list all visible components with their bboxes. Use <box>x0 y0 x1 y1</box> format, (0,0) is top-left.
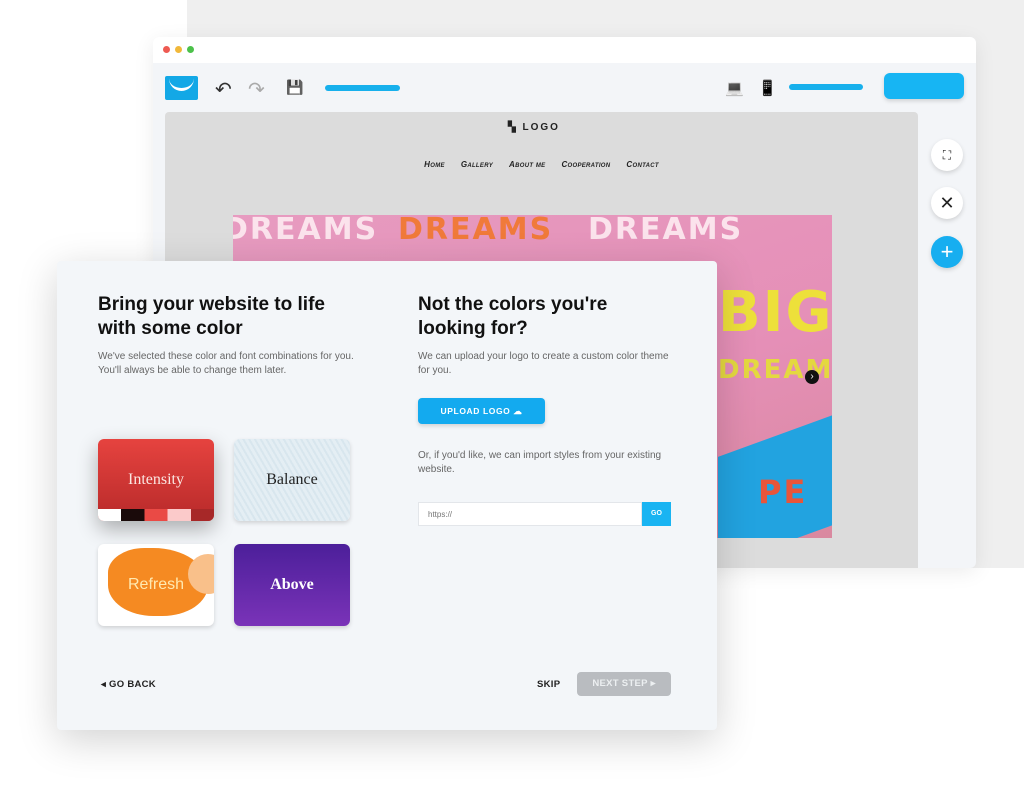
import-text: Or, if you'd like, we can import styles … <box>418 450 662 475</box>
close-button[interactable]: ✕ <box>931 187 963 219</box>
nav-cooperation[interactable]: Cooperation <box>561 160 610 169</box>
theme-label: Balance <box>266 471 318 488</box>
upload-label: UPLOAD LOGO <box>440 406 511 416</box>
theme-label: Above <box>270 576 314 593</box>
go-button[interactable]: GO <box>642 502 671 526</box>
save-icon[interactable]: 💾 <box>286 79 303 96</box>
minimize-dot[interactable] <box>175 46 182 53</box>
go-back-button[interactable]: ◂ GO BACK <box>101 679 156 690</box>
title-bar <box>153 37 976 63</box>
laptop-icon[interactable]: 💻 <box>725 79 744 97</box>
toolbar: ↶ ↷ 💾 💻 📱 <box>153 63 976 113</box>
theme-label: Refresh <box>127 576 185 593</box>
color-theme-modal: Bring your website to life with some col… <box>57 261 717 730</box>
nav-contact[interactable]: Contact <box>626 160 658 169</box>
theme-card-balance[interactable]: Balance <box>234 439 350 521</box>
hero-text: DREAMS <box>588 215 744 247</box>
phone-icon[interactable]: 📱 <box>758 79 777 97</box>
hero-text: BIG <box>718 280 832 345</box>
next-step-button[interactable]: NEXT STEP ▸ <box>577 672 671 696</box>
hero-text: PE <box>758 473 808 511</box>
right-title: Not the colors you're looking for? <box>418 294 608 339</box>
theme-card-refresh[interactable]: Refresh <box>98 544 214 626</box>
close-dot[interactable] <box>163 46 170 53</box>
website-url-input[interactable] <box>418 502 642 526</box>
undo-icon[interactable]: ↶ <box>215 77 232 102</box>
theme-card-above[interactable]: Above <box>234 544 350 626</box>
publish-button[interactable] <box>884 73 964 99</box>
slider-next-icon[interactable]: › <box>805 370 819 384</box>
maximize-dot[interactable] <box>187 46 194 53</box>
nav-gallery[interactable]: Gallery <box>461 160 493 169</box>
app-logo <box>165 76 198 100</box>
nav-about[interactable]: About me <box>509 160 545 169</box>
palette-swatches <box>98 509 214 521</box>
left-description: We've selected these color and font comb… <box>98 351 354 376</box>
upload-logo-button[interactable]: UPLOAD LOGO ☁ <box>418 398 545 424</box>
right-description: We can upload your logo to create a cust… <box>418 351 669 376</box>
site-nav: Home Gallery About me Cooperation Contact <box>165 160 918 169</box>
redo-icon[interactable]: ↷ <box>248 77 265 102</box>
skip-button[interactable]: SKIP <box>537 679 560 690</box>
theme-label: Intensity <box>128 471 184 488</box>
add-button[interactable]: + <box>931 236 963 268</box>
site-logo: ▚ LOGO <box>508 122 560 133</box>
theme-card-intensity[interactable]: Intensity <box>98 439 214 521</box>
site-logo-text: LOGO <box>522 122 560 133</box>
cloud-upload-icon: ☁ <box>513 406 523 416</box>
left-title: Bring your website to life with some col… <box>98 294 325 339</box>
title-placeholder-bar <box>325 85 400 91</box>
hero-text: DREAMS <box>398 215 554 247</box>
hero-text: DREAMS <box>233 215 379 247</box>
nav-home[interactable]: Home <box>424 160 445 169</box>
sitemap-button[interactable]: ⛶ <box>931 139 963 171</box>
preview-placeholder-bar <box>789 84 863 90</box>
